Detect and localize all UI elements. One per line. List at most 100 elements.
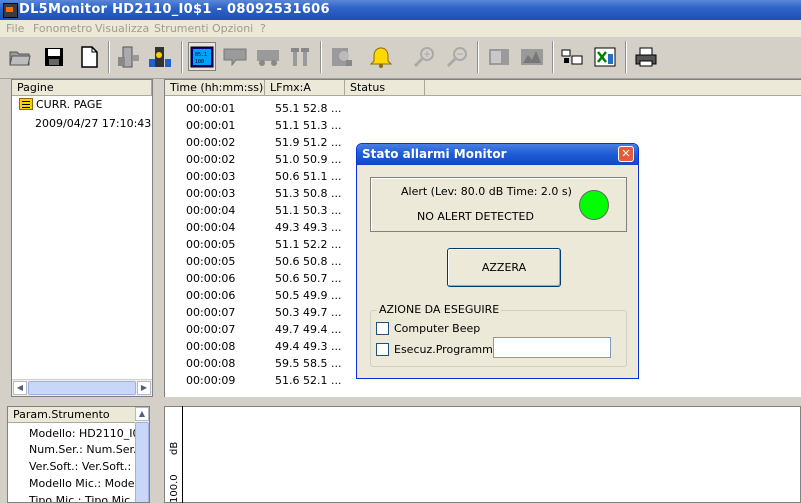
row-value: 51.3 50.8 ... (275, 187, 342, 200)
graph-tick-label: 100.0 (169, 474, 180, 503)
row-value: 49.3 49.3 ... (275, 221, 342, 234)
tree-item-current-page[interactable]: CURR. PAGE (36, 98, 102, 111)
row-value: 55.1 52.8 ... (275, 102, 342, 115)
action-group-title: AZIONE DA ESEGUIRE (377, 303, 502, 316)
graph-panel (164, 406, 801, 503)
svg-text:85.1: 85.1 (195, 52, 207, 58)
pages-tree-panel: Pagine CURR. PAGE 2009/04/27 17:10:43 ◀ … (11, 79, 153, 397)
reset-button[interactable]: AZZERA (447, 248, 561, 287)
alarm-status-dialog: Stato allarmi Monitor ✕ Alert (Lev: 80.0… (356, 143, 639, 379)
column-header-lfmx[interactable]: LFmx:A (265, 80, 345, 96)
window-title: DL5Monitor HD2110_I0$1 - 08092531606 (19, 2, 330, 17)
tree-subitem-timestamp[interactable]: 2009/04/27 17:10:43 (35, 117, 151, 130)
open-folder-icon[interactable] (6, 42, 34, 71)
instrument-connect-icon[interactable] (114, 42, 142, 71)
row-value: 51.0 50.9 ... (275, 153, 342, 166)
menu-bar: File Fonometro Visualizza Strumenti Opzi… (0, 20, 801, 37)
param-software-version: Ver.Soft.: Ver.Soft.: (29, 460, 132, 473)
row-time: 00:00:01 (186, 119, 236, 132)
title-bar: DL5Monitor HD2110_I0$1 - 08092531606 (0, 0, 801, 20)
row-time: 00:00:07 (186, 323, 236, 336)
menu-strumenti[interactable]: Strumenti (154, 22, 209, 35)
row-time: 00:00:02 (186, 136, 236, 149)
graph-unit-label: dB (169, 441, 180, 455)
new-document-icon[interactable] (75, 42, 103, 71)
params-vertical-scrollbar[interactable]: ▲ (135, 407, 149, 502)
calibration-icon[interactable] (328, 42, 356, 71)
row-time: 00:00:06 (186, 272, 236, 285)
row-time: 00:00:03 (186, 187, 236, 200)
row-value: 50.6 50.7 ... (275, 272, 342, 285)
menu-visualizza[interactable]: Visualizza (95, 22, 149, 35)
menu-help[interactable]: ? (260, 22, 266, 35)
pages-horizontal-scrollbar[interactable]: ◀ ▶ (12, 379, 152, 396)
row-time: 00:00:09 (186, 374, 236, 387)
menu-fonometro[interactable]: Fonometro (33, 22, 92, 35)
page-list-icon (19, 98, 33, 110)
param-mic-type: Tipo Mic.: Tipo Mic.: (29, 494, 138, 503)
row-value: 51.9 51.2 ... (275, 136, 342, 149)
speech-bubble-icon[interactable] (221, 42, 249, 71)
row-time: 00:00:08 (186, 340, 236, 353)
param-model: Modello: HD2110_I0$1 (29, 427, 150, 440)
row-time: 00:00:04 (186, 221, 236, 234)
row-value: 50.3 49.7 ... (275, 306, 342, 319)
menu-opzioni[interactable]: Opzioni (212, 22, 253, 35)
row-value: 50.6 51.1 ... (275, 170, 342, 183)
alarm-status-text: NO ALERT DETECTED (417, 210, 534, 223)
computer-beep-checkbox[interactable] (376, 322, 389, 335)
scroll-left-icon[interactable]: ◀ (13, 381, 27, 395)
row-time: 00:00:03 (186, 170, 236, 183)
row-value: 51.1 52.2 ... (275, 238, 342, 251)
print-icon[interactable] (632, 42, 660, 71)
toolbar: 85.1 100 (0, 37, 801, 79)
program-path-input[interactable] (493, 337, 611, 358)
row-time: 00:00:08 (186, 357, 236, 370)
menu-file[interactable]: File (6, 22, 24, 35)
graph-y-axis (182, 406, 183, 503)
row-time: 00:00:05 (186, 255, 236, 268)
column-header-time[interactable]: Time (hh:mm:ss) (165, 80, 265, 96)
params-scroll-thumb[interactable] (135, 422, 149, 502)
app-icon (3, 3, 18, 18)
grid-view-icon[interactable] (558, 42, 586, 71)
alarm-bell-icon[interactable] (367, 42, 395, 71)
scroll-up-icon[interactable]: ▲ (135, 407, 149, 421)
zoom-out-icon[interactable] (444, 42, 472, 71)
run-program-checkbox[interactable] (376, 343, 389, 356)
map-view-icon[interactable] (518, 42, 546, 71)
column-header-empty (425, 80, 801, 96)
scroll-thumb[interactable] (28, 381, 136, 395)
row-time: 00:00:06 (186, 289, 236, 302)
row-time: 00:00:01 (186, 102, 236, 115)
row-value: 51.1 50.3 ... (275, 204, 342, 217)
row-value: 50.5 49.9 ... (275, 289, 342, 302)
param-mic-model: Modello Mic.: Modello I (29, 477, 150, 490)
alarm-status-led (579, 190, 609, 220)
run-program-label: Esecuz.Programma (394, 343, 500, 356)
dialog-title: Stato allarmi Monitor (357, 144, 638, 165)
monitor-display-icon[interactable]: 85.1 100 (188, 42, 216, 71)
alarm-settings-text: Alert (Lev: 80.0 dB Time: 2.0 s) (401, 185, 572, 198)
row-value: 49.7 49.4 ... (275, 323, 342, 336)
svg-text:100: 100 (195, 59, 204, 65)
row-time: 00:00:07 (186, 306, 236, 319)
projector-icon[interactable] (254, 42, 282, 71)
instrument-download-icon[interactable] (146, 42, 174, 71)
close-icon[interactable]: ✕ (618, 146, 634, 162)
column-header-status[interactable]: Status (345, 80, 425, 96)
row-value: 59.5 58.5 ... (275, 357, 342, 370)
params-header[interactable]: Param.Strumento (8, 407, 136, 423)
row-value: 51.1 51.3 ... (275, 119, 342, 132)
row-value: 49.4 49.3 ... (275, 340, 342, 353)
zoom-in-icon[interactable] (411, 42, 439, 71)
computer-beep-label: Computer Beep (394, 322, 481, 335)
tools-icon[interactable] (287, 42, 315, 71)
chart-view-icon[interactable] (485, 42, 513, 71)
save-icon[interactable] (40, 42, 68, 71)
param-serial: Num.Ser.: Num.Ser.: (29, 443, 141, 456)
scroll-right-icon[interactable]: ▶ (137, 381, 151, 395)
pages-header[interactable]: Pagine (12, 80, 152, 96)
row-time: 00:00:04 (186, 204, 236, 217)
export-excel-icon[interactable] (591, 42, 619, 71)
